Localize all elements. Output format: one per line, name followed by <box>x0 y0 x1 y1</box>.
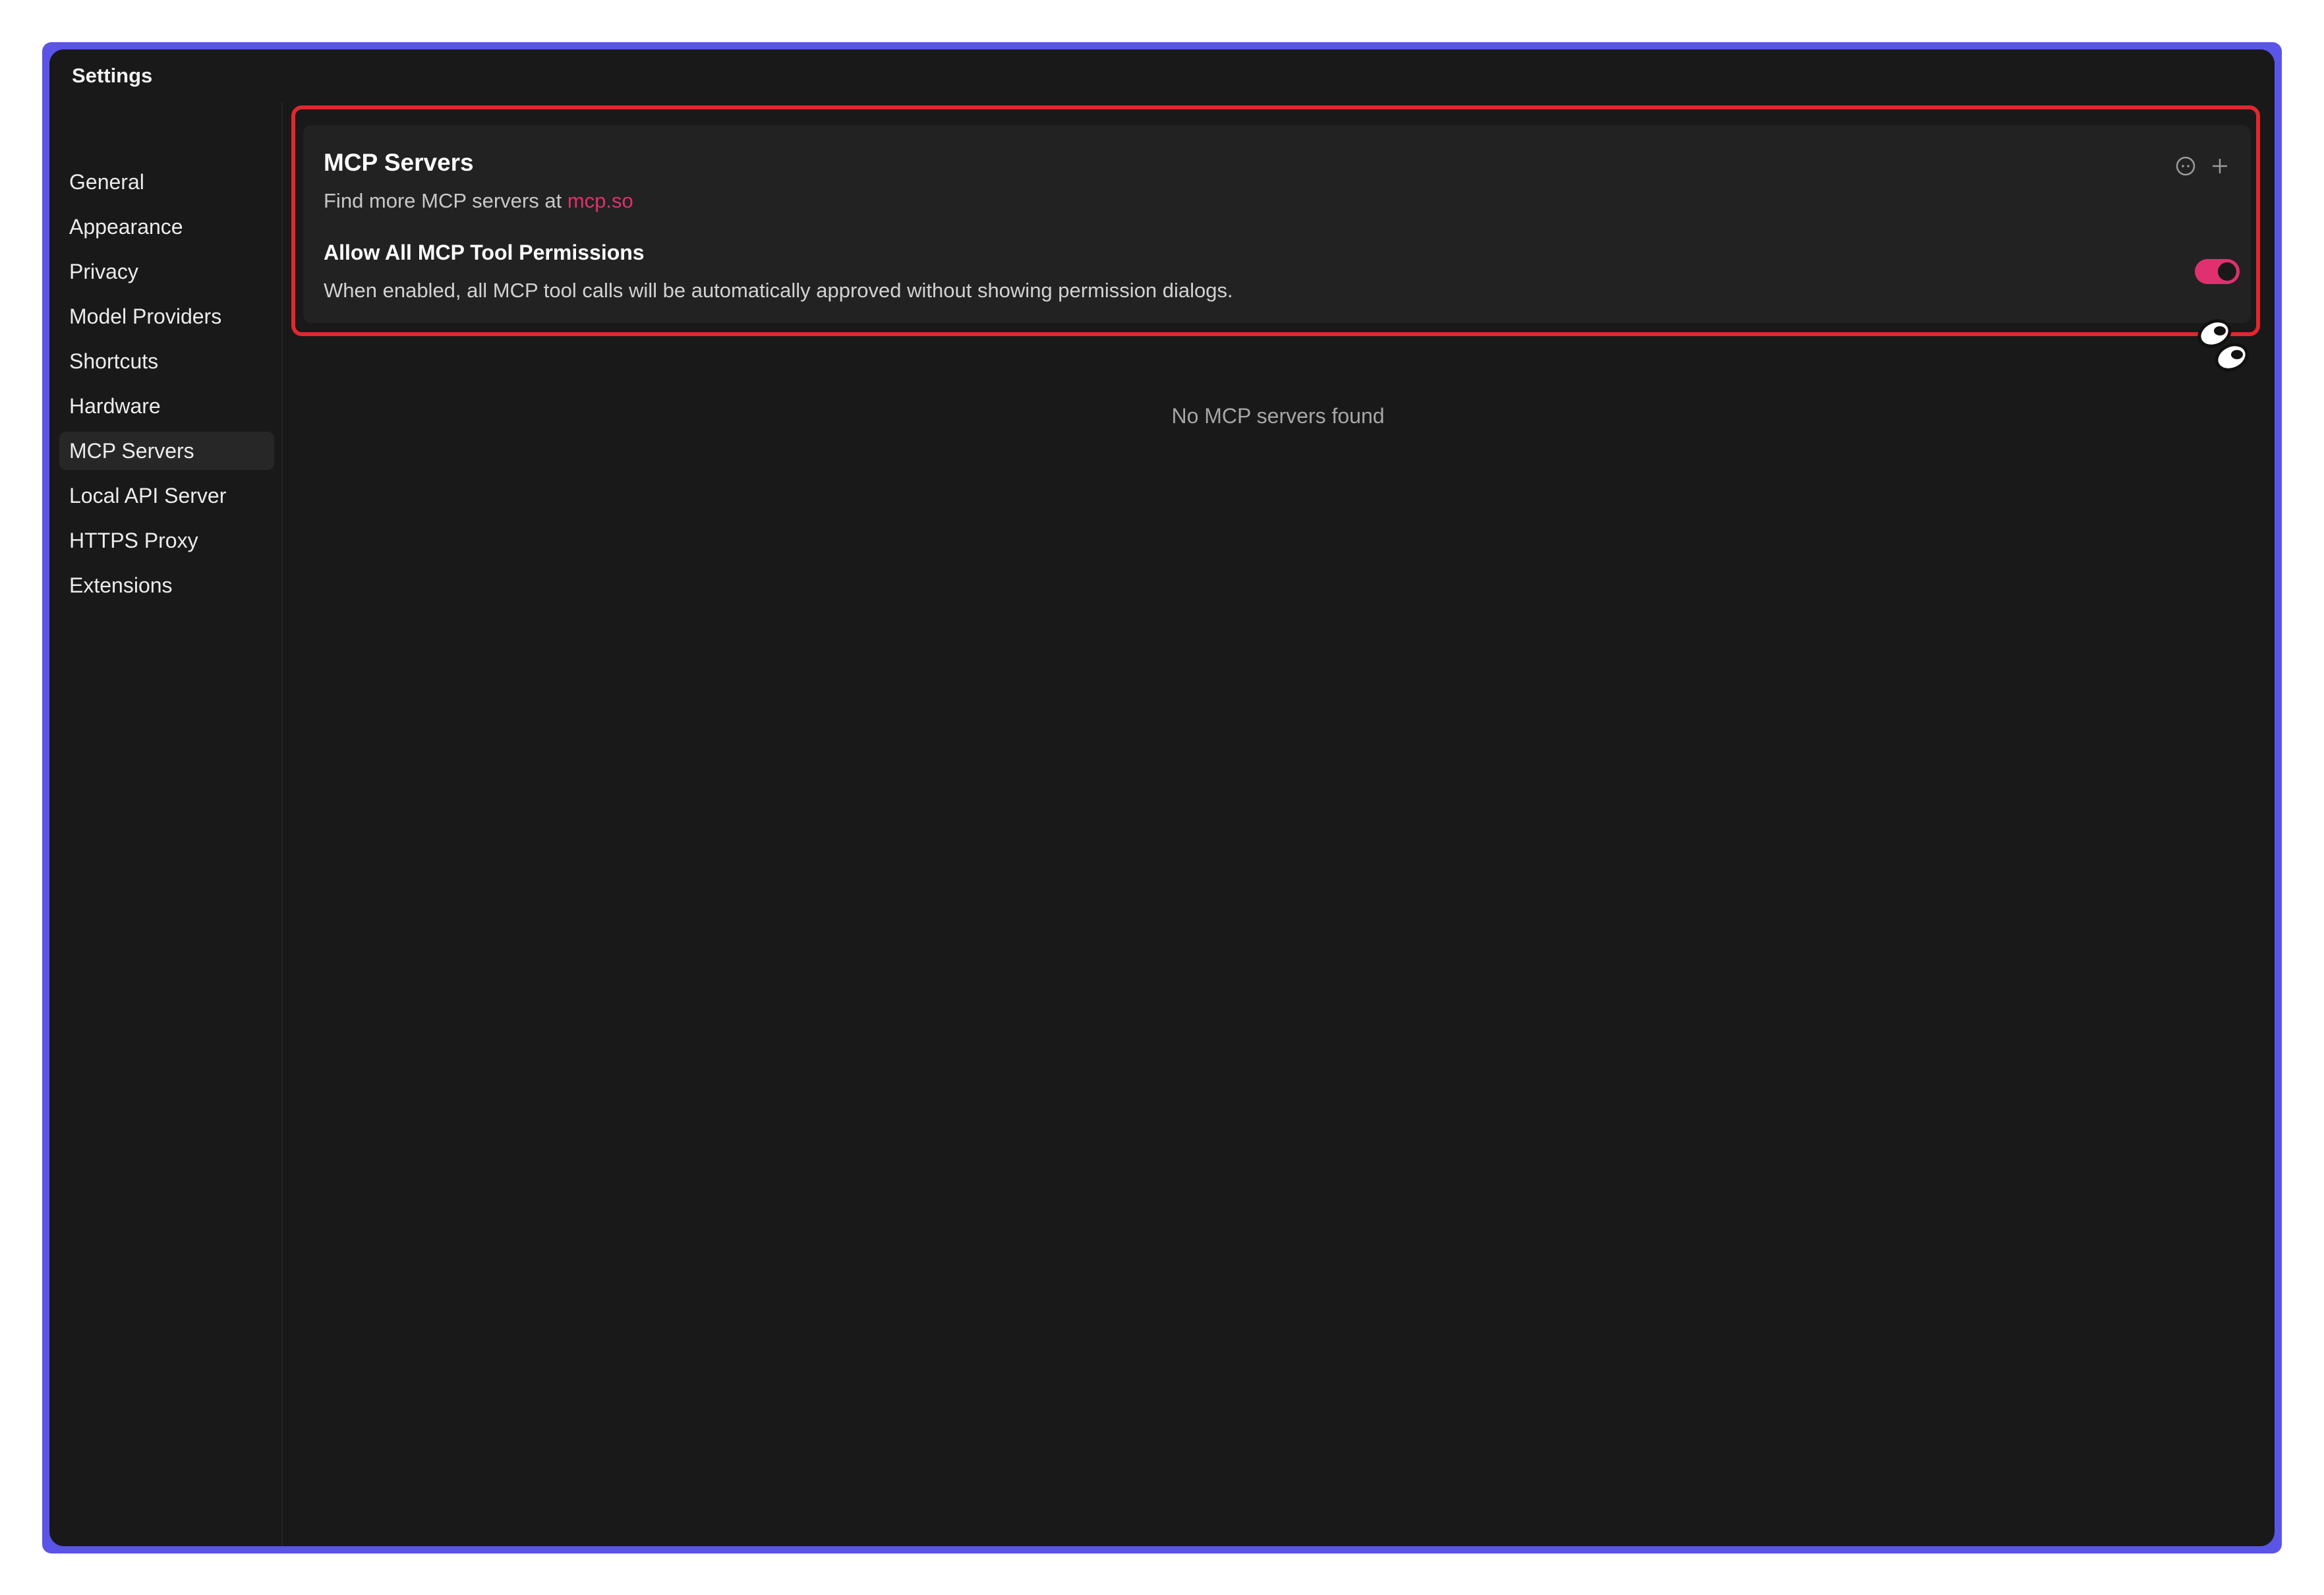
sidebar-item-privacy[interactable]: Privacy <box>59 252 274 291</box>
empty-state-message: No MCP servers found <box>1171 404 1385 428</box>
plus-icon[interactable] <box>2208 154 2232 178</box>
settings-sidebar: General Appearance Privacy Model Provide… <box>49 102 283 1546</box>
sidebar-item-general[interactable]: General <box>59 163 274 201</box>
allow-all-permissions-toggle[interactable] <box>2195 259 2240 284</box>
sidebar-item-model-providers[interactable]: Model Providers <box>59 297 274 335</box>
info-icon[interactable] <box>2174 154 2197 178</box>
permission-title: Allow All MCP Tool Permissions <box>324 241 645 264</box>
mcp-so-link[interactable]: mcp.so <box>567 189 633 212</box>
mcp-servers-card: MCP Servers Find more MCP servers at mcp… <box>303 125 2251 323</box>
window-frame: Settings General Appearance Privacy Mode… <box>42 42 2282 1553</box>
card-title: MCP Servers <box>324 149 474 176</box>
subtitle-text: Find more MCP servers at <box>324 189 567 212</box>
toggle-knob <box>2218 262 2236 281</box>
title-bar: Settings <box>49 49 2275 102</box>
sidebar-item-shortcuts[interactable]: Shortcuts <box>59 342 274 380</box>
sidebar-item-local-api-server[interactable]: Local API Server <box>59 477 274 515</box>
sidebar-item-appearance[interactable]: Appearance <box>59 208 274 246</box>
window-title: Settings <box>72 64 153 87</box>
main-content: MCP Servers Find more MCP servers at mcp… <box>281 102 2275 1546</box>
sidebar-item-mcp-servers[interactable]: MCP Servers <box>59 432 274 470</box>
sidebar-item-extensions[interactable]: Extensions <box>59 566 274 604</box>
card-subtitle: Find more MCP servers at mcp.so <box>324 189 633 213</box>
settings-window: Settings General Appearance Privacy Mode… <box>49 49 2275 1546</box>
eyes-cursor-icon <box>2188 310 2261 382</box>
permission-description: When enabled, all MCP tool calls will be… <box>324 279 1233 302</box>
sidebar-item-https-proxy[interactable]: HTTPS Proxy <box>59 521 274 560</box>
sidebar-item-hardware[interactable]: Hardware <box>59 387 274 425</box>
